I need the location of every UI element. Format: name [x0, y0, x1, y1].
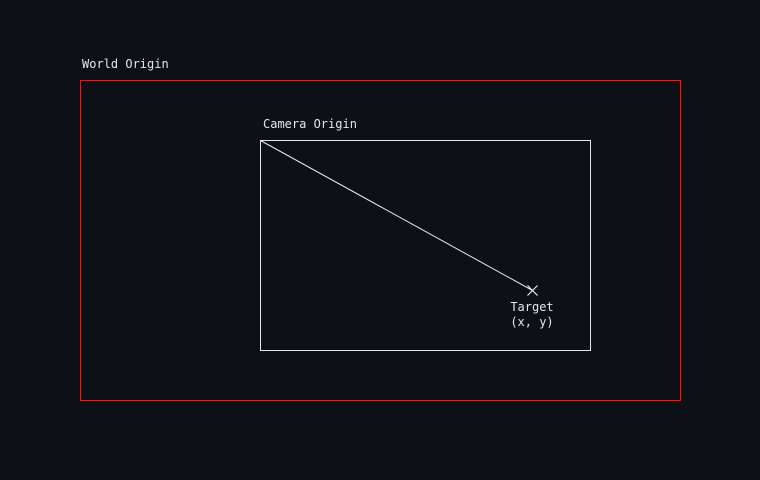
camera-origin-label: Camera Origin	[263, 117, 357, 131]
target-label: Target (x, y)	[503, 300, 561, 330]
target-name: Target	[510, 300, 554, 314]
target-marker	[527, 285, 538, 296]
camera-to-target-line	[260, 140, 533, 291]
target-coords: (x, y)	[510, 315, 554, 329]
world-origin-label: World Origin	[82, 57, 169, 71]
diagram-canvas	[80, 80, 681, 401]
